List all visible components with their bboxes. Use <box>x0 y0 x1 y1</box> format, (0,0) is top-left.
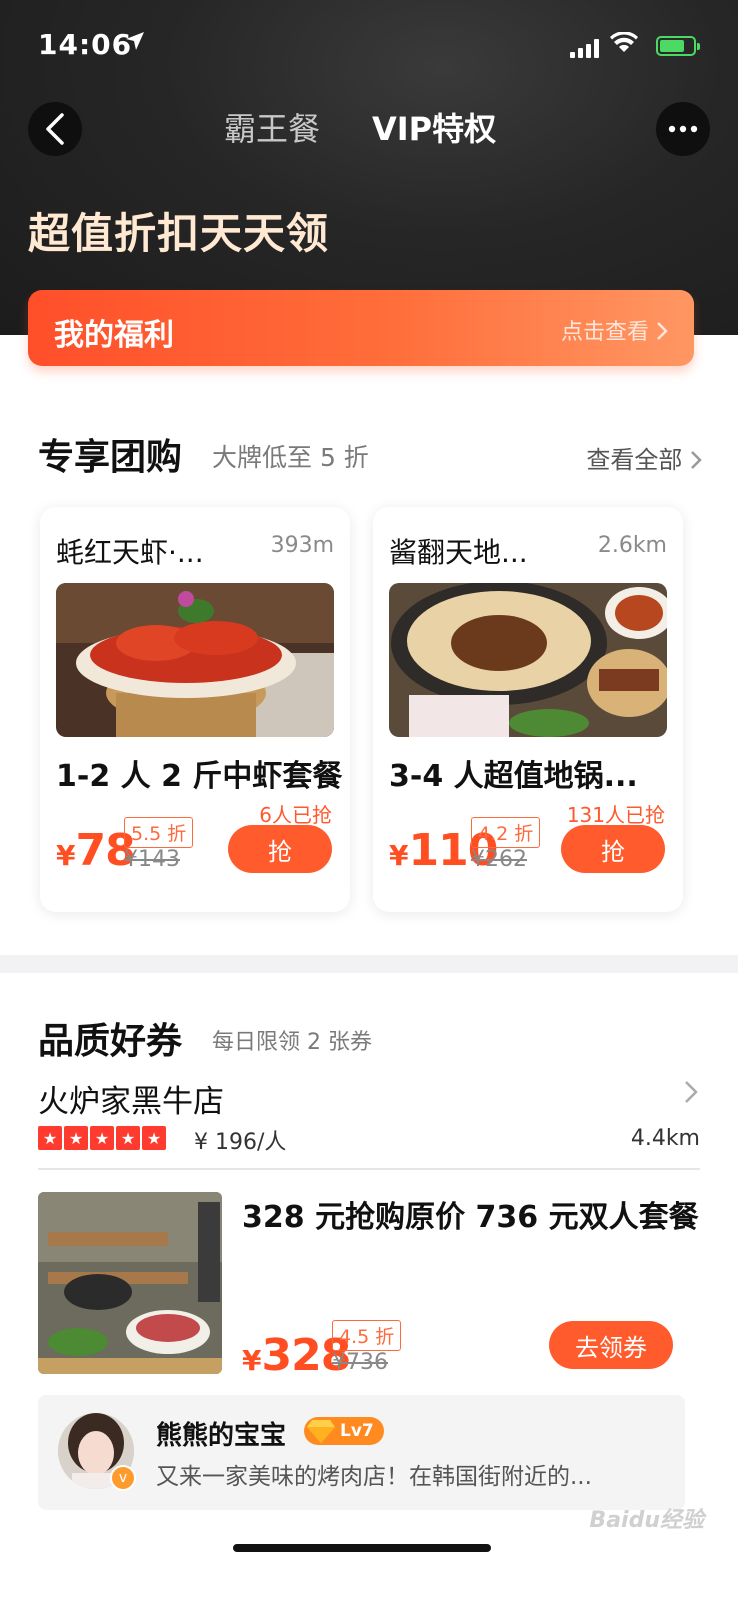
claim-coupon-button[interactable]: 去领券 <box>549 1321 673 1369</box>
group-buy-title: 专享团购 <box>38 437 183 478</box>
verified-badge-icon: v <box>110 1465 136 1491</box>
bbq-set-image[interactable] <box>38 1192 222 1374</box>
shop-name[interactable]: 火炉家黑牛店 <box>38 1076 224 1121</box>
deal-title: 1-2 人 2 斤中虾套餐 <box>56 759 343 794</box>
deal-shop-name: 酱翻天地... <box>389 536 528 569</box>
original-price: ¥143 <box>124 847 180 872</box>
level-badge: Lv7 <box>304 1417 384 1445</box>
deal-distance: 2.6km <box>597 533 667 558</box>
discount-badge: 4.2 折 <box>471 817 541 848</box>
sold-count: 131人已抢 <box>566 803 665 827</box>
star-icon: ★ <box>142 1126 166 1150</box>
status-bar: 14:06 <box>38 28 700 64</box>
shop-distance: 4.4km <box>630 1126 700 1151</box>
coupons-title: 品质好券 <box>38 1021 183 1062</box>
chevron-right-icon <box>691 451 702 469</box>
tab-vip[interactable]: VIP特权 <box>372 104 497 150</box>
divider <box>38 1168 700 1170</box>
currency-symbol: ¥ <box>389 839 409 872</box>
grab-button[interactable]: 抢 <box>228 825 332 873</box>
deal-distance: 393m <box>270 533 334 558</box>
tab-bawangcan[interactable]: 霸王餐 <box>224 104 320 150</box>
deal-card[interactable]: 酱翻天地... 2.6km 3-4 人超值地锅... ¥110 4.2 折 ¥2… <box>373 507 683 912</box>
currency-symbol: ¥ <box>242 1344 262 1377</box>
deal-card[interactable]: 蚝红天虾·... 393m 1-2 人 2 斤中虾套餐 ¥78 5.5 折 ¥1… <box>40 507 350 912</box>
home-indicator[interactable] <box>233 1544 491 1552</box>
coupon-title: 328 元抢购原价 736 元双人套餐 <box>242 1200 699 1235</box>
star-icon: ★ <box>64 1126 88 1150</box>
star-icon: ★ <box>38 1126 62 1150</box>
review-text: 又来一家美味的烤肉店！在韩国街附近的... <box>156 1464 592 1490</box>
welfare-link-label: 点击查看 <box>560 320 649 345</box>
star-icon: ★ <box>90 1126 114 1150</box>
back-button[interactable] <box>28 102 82 156</box>
diamond-icon <box>307 1420 335 1443</box>
bottom-area <box>0 1528 738 1600</box>
dumpling-pot-image <box>389 583 667 737</box>
see-all-link[interactable]: 查看全部 <box>586 440 702 475</box>
discount-badge: 5.5 折 <box>124 817 194 848</box>
more-button[interactable] <box>656 102 710 156</box>
watermark: Baidu经验 <box>589 1508 704 1533</box>
deal-price: ¥78 <box>56 825 136 876</box>
tab-vip-label: VIP特权 <box>372 110 497 148</box>
sold-count: 6人已抢 <box>259 803 332 827</box>
user-review[interactable]: v 熊熊的宝宝 Lv7 又来一家美味的烤肉店！在韩国街附近的... <box>38 1395 685 1510</box>
original-price: ¥736 <box>332 1350 388 1375</box>
my-welfare-banner[interactable]: 我的福利 点击查看 <box>28 290 694 366</box>
original-price: ¥262 <box>471 847 527 872</box>
crayfish-dish-image <box>56 583 334 737</box>
battery-icon <box>656 36 700 56</box>
section-divider <box>0 955 738 973</box>
discount-badge: 4.5 折 <box>332 1320 402 1351</box>
chevron-right-icon[interactable] <box>684 1078 698 1111</box>
welfare-title: 我的福利 <box>54 318 174 353</box>
more-dots-icon <box>668 125 698 133</box>
signal-icon <box>570 38 600 58</box>
chevron-right-icon <box>657 322 668 340</box>
price-per-person: ¥ 196/人 <box>194 1130 287 1155</box>
group-buy-subtitle: 大牌低至 5 折 <box>212 443 369 472</box>
grab-button[interactable]: 抢 <box>561 825 665 873</box>
coupons-subtitle: 每日限领 2 张券 <box>212 1030 372 1055</box>
currency-symbol: ¥ <box>56 839 76 872</box>
location-arrow-icon <box>124 30 146 58</box>
level-label: Lv7 <box>340 1421 374 1441</box>
page-title: 超值折扣天天领 <box>28 209 330 258</box>
rating-stars: ★ ★ ★ ★ ★ <box>38 1126 166 1150</box>
status-time: 14:06 <box>38 28 133 61</box>
deal-shop-name: 蚝红天虾·... <box>56 536 204 569</box>
star-icon: ★ <box>116 1126 140 1150</box>
wifi-icon <box>610 31 638 54</box>
reviewer-name[interactable]: 熊熊的宝宝 <box>156 1415 286 1452</box>
chevron-left-icon <box>46 113 64 145</box>
welfare-link[interactable]: 点击查看 <box>561 314 668 346</box>
deal-title: 3-4 人超值地锅... <box>389 759 638 794</box>
see-all-label: 查看全部 <box>586 446 683 474</box>
